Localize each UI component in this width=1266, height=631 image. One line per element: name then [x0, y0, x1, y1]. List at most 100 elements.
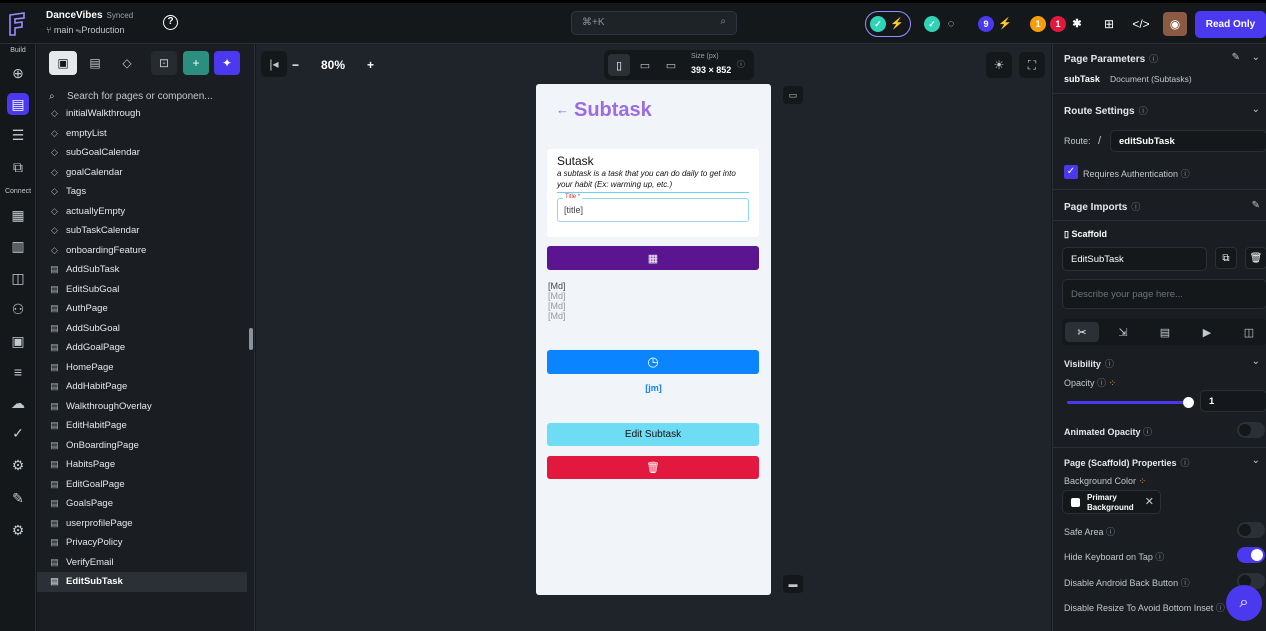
- page-list-item[interactable]: ◇ goalCalendar: [37, 163, 247, 183]
- safe-area-toggle[interactable]: [1237, 522, 1265, 538]
- edit-pencil-icon[interactable]: ✎: [1232, 52, 1240, 63]
- page-list-item[interactable]: ▤ EditSubGoal: [37, 280, 247, 300]
- page-list-item[interactable]: ▤ EditGoalPage: [37, 475, 247, 495]
- title-input[interactable]: [title]: [557, 198, 749, 222]
- page-list-item[interactable]: ▤ EditSubTask: [37, 572, 247, 592]
- page-list-item[interactable]: ◇ emptyList: [37, 124, 247, 144]
- edit-subtask-button[interactable]: Edit Subtask: [547, 423, 759, 446]
- add-page-button[interactable]: +: [183, 51, 209, 75]
- zoom-out-button[interactable]: −: [292, 58, 299, 72]
- route-input[interactable]: editSubTask: [1110, 130, 1266, 152]
- firebase-status-pill[interactable]: ✓ ⚡: [865, 11, 911, 37]
- page-list-item[interactable]: ▤ WalkthroughOverlay: [37, 397, 247, 417]
- flutterflow-logo-icon[interactable]: [6, 11, 28, 37]
- visibility-header[interactable]: Visibility ⓘ: [1064, 357, 1114, 370]
- warnings-pill[interactable]: 9 ⚡: [974, 11, 1018, 37]
- new-folder-button[interactable]: ⊡: [151, 51, 177, 75]
- opacity-slider-track[interactable]: [1067, 401, 1188, 404]
- project-title[interactable]: DanceVibes Synced: [46, 10, 133, 21]
- page-list-item[interactable]: ▤ AuthPage: [37, 299, 247, 319]
- help-icon[interactable]: ?: [163, 15, 178, 30]
- chevron-down-icon[interactable]: ⌄: [1252, 104, 1260, 115]
- add-widget-icon[interactable]: ⊕: [7, 62, 29, 84]
- page-list-item[interactable]: ▤ AddSubGoal: [37, 319, 247, 339]
- cloud-functions-icon[interactable]: ☁: [7, 392, 29, 414]
- time-picker-button[interactable]: ◷: [547, 350, 759, 374]
- zoom-in-button[interactable]: +: [367, 58, 374, 72]
- route-settings-header[interactable]: Route Settings ⓘ: [1064, 104, 1148, 117]
- storyboard-icon[interactable]: ⧉: [7, 156, 29, 178]
- desktop-device-icon[interactable]: ▭: [660, 54, 682, 76]
- page-list-item[interactable]: ◇ onboardingFeature: [37, 241, 247, 261]
- hide-keyboard-toggle[interactable]: [1237, 547, 1265, 563]
- page-list-item[interactable]: ◇ actuallyEmpty: [37, 202, 247, 222]
- animated-opacity-toggle[interactable]: [1237, 422, 1265, 438]
- actions-tab-icon[interactable]: ⇲: [1106, 322, 1140, 342]
- components-tab[interactable]: ▤: [81, 51, 109, 75]
- properties-tab-icon[interactable]: ✂: [1065, 322, 1099, 342]
- phone-device-icon[interactable]: ▯: [608, 54, 630, 76]
- page-list-item[interactable]: ▤ AddHabitPage: [37, 377, 247, 397]
- collapse-panel-icon[interactable]: |◂: [261, 51, 287, 77]
- preview-eye-icon[interactable]: ◉: [1163, 12, 1187, 36]
- api-calls-icon[interactable]: ◫: [7, 267, 29, 289]
- calendar-button[interactable]: ▦: [547, 246, 759, 270]
- variable-icon[interactable]: ⁘: [1109, 378, 1117, 388]
- page-parameters-header[interactable]: Page Parameters ⓘ: [1064, 52, 1158, 65]
- delete-icon[interactable]: 🗑: [1245, 247, 1266, 269]
- themes-icon[interactable]: ✎: [7, 487, 29, 509]
- custom-code-icon[interactable]: ≡: [7, 361, 29, 383]
- delete-button[interactable]: 🗑: [547, 456, 759, 479]
- page-selector-icon[interactable]: ▤: [7, 93, 29, 115]
- panel-resize-handle[interactable]: [249, 328, 253, 350]
- code-icon[interactable]: </>: [1129, 12, 1153, 36]
- page-list-item[interactable]: ▤ userprofilePage: [37, 514, 247, 534]
- animations-tab-icon[interactable]: ▶: [1190, 322, 1224, 342]
- integrations-icon[interactable]: ⚇: [7, 298, 29, 320]
- page-list-item[interactable]: ◇ subGoalCalendar: [37, 143, 247, 163]
- app-state-icon[interactable]: ▥: [7, 235, 29, 257]
- support-chat-button[interactable]: ⌕: [1226, 585, 1262, 621]
- tablet-device-icon[interactable]: ▭: [634, 54, 656, 76]
- page-list-item[interactable]: ▤ PrivacyPolicy: [37, 533, 247, 553]
- back-arrow-icon[interactable]: ←: [556, 102, 569, 117]
- scaffold-properties-header[interactable]: Page (Scaffold) Properties ⓘ: [1064, 456, 1190, 469]
- database-icon[interactable]: ▦: [7, 204, 29, 226]
- variable-icon[interactable]: ⁘: [1139, 476, 1147, 486]
- backend-query-tab-icon[interactable]: ▤: [1148, 322, 1182, 342]
- agents-icon[interactable]: ⚙: [7, 454, 29, 476]
- page-list-item[interactable]: ◇ subTaskCalendar: [37, 221, 247, 241]
- page-list-item[interactable]: ▤ GoalsPage: [37, 494, 247, 514]
- page-list-item[interactable]: ▤ AddSubTask: [37, 260, 247, 280]
- settings-gear-icon[interactable]: ⚙: [7, 519, 29, 541]
- media-assets-icon[interactable]: ▣: [7, 330, 29, 352]
- app-bar-toggle-icon[interactable]: ▭: [783, 86, 803, 104]
- page-list-item[interactable]: ▤ EditHabitPage: [37, 416, 247, 436]
- canvas-settings-icon[interactable]: ⛶: [1019, 52, 1045, 78]
- widget-tree-icon[interactable]: ☰: [7, 124, 29, 146]
- light-mode-icon[interactable]: ☀: [986, 52, 1012, 78]
- copy-icon[interactable]: ⧉: [1215, 247, 1237, 269]
- page-name-input[interactable]: EditSubTask: [1062, 247, 1207, 271]
- page-list-item[interactable]: ▤ OnBoardingPage: [37, 436, 247, 456]
- page-list-item[interactable]: ▤ HabitsPage: [37, 455, 247, 475]
- pages-tab[interactable]: ▣: [49, 51, 77, 75]
- page-list-item[interactable]: ◇ initialWalkthrough: [37, 104, 247, 124]
- docs-tab-icon[interactable]: ◫: [1232, 322, 1266, 342]
- chevron-down-icon[interactable]: ⌄: [1252, 52, 1260, 63]
- page-list-item[interactable]: ▤ AddGoalPage: [37, 338, 247, 358]
- background-color-picker[interactable]: Primary Background ✕: [1062, 490, 1161, 514]
- zoom-level[interactable]: 80%: [321, 58, 345, 72]
- close-icon[interactable]: ✕: [1145, 495, 1154, 508]
- branch-tree-icon[interactable]: ⊞: [1097, 12, 1121, 36]
- edit-pencil-icon[interactable]: ✎: [1252, 200, 1260, 211]
- page-list-item[interactable]: ◇ Tags: [37, 182, 247, 202]
- tests-icon[interactable]: ✓: [7, 422, 29, 444]
- page-list-item[interactable]: ▤ HomePage: [37, 358, 247, 378]
- command-search[interactable]: ⌘+K ⌕: [571, 11, 737, 35]
- size-value[interactable]: 393 × 852: [691, 65, 731, 75]
- comments-pill[interactable]: ✓ ◌: [920, 11, 966, 37]
- opacity-slider-handle[interactable]: [1183, 397, 1194, 408]
- bottom-nav-toggle-icon[interactable]: ▬: [783, 575, 803, 593]
- requires-auth-checkbox[interactable]: ✓: [1064, 165, 1078, 179]
